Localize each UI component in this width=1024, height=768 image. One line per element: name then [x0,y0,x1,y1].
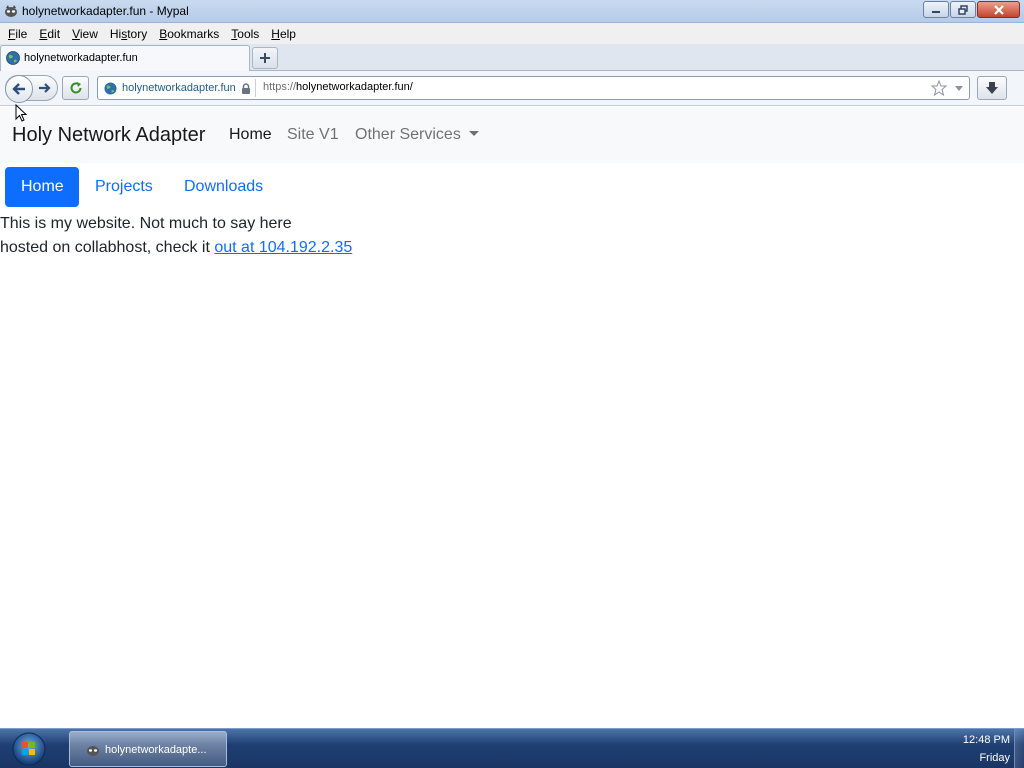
site-brand[interactable]: Holy Network Adapter [12,124,205,147]
close-button[interactable] [977,1,1020,18]
navigation-toolbar: holynetworkadapter.fun https://holynetwo… [0,71,1024,106]
caret-down-icon [468,131,479,136]
tab-strip: holynetworkadapter.fun [0,44,1024,71]
download-icon [986,82,998,94]
menu-history[interactable]: History [105,27,152,41]
menu-bar: File Edit View History Bookmarks Tools H… [0,23,1024,44]
site-identity-box[interactable]: holynetworkadapter.fun [100,79,256,97]
url-bar[interactable]: holynetworkadapter.fun https://holynetwo… [97,76,970,100]
back-forward-group [5,75,58,103]
downloads-button[interactable] [977,76,1007,100]
nav-home[interactable]: Home [229,126,272,144]
menu-help[interactable]: Help [266,27,301,41]
taskbar-item-label: holynetworkadapte... [105,744,207,756]
menu-bookmarks[interactable]: Bookmarks [154,27,224,41]
menu-view[interactable]: View [67,27,103,41]
system-clock[interactable]: 12:48 PM Friday [963,731,1010,767]
site-navbar: Holy Network Adapter Home Site V1 Other … [0,107,1024,163]
reload-button[interactable] [62,76,89,100]
minimize-button[interactable] [923,1,949,18]
minimize-icon [932,10,940,13]
pill-projects[interactable]: Projects [79,167,169,207]
back-button[interactable] [5,75,33,103]
ip-link[interactable]: out at 104.192.2.35 [214,239,352,256]
identity-host: holynetworkadapter.fun [122,82,236,94]
taskbar-item-browser[interactable]: holynetworkadapte... [69,731,227,767]
mypal-app-icon [5,5,17,17]
globe-icon [104,81,117,95]
tab-holynetworkadapter[interactable]: holynetworkadapter.fun [0,45,250,71]
clock-day: Friday [979,752,1010,764]
restore-button[interactable] [950,1,976,18]
mouse-cursor-icon [15,104,27,122]
reload-icon [70,82,81,94]
web-page: Holy Network Adapter Home Site V1 Other … [0,107,1024,728]
show-desktop-button[interactable] [1014,729,1024,768]
pill-downloads[interactable]: Downloads [168,167,279,207]
start-button-windows-icon[interactable] [8,730,50,768]
window-controls [923,1,1020,18]
lock-icon [241,82,250,94]
nav-site-v1[interactable]: Site V1 [287,126,339,144]
window-title: holynetworkadapter.fun - Mypal [22,4,189,18]
window-titlebar: holynetworkadapter.fun - Mypal [0,0,1024,23]
close-icon [993,4,1004,15]
chevron-down-icon[interactable] [954,85,964,92]
restore-icon [958,4,968,15]
menu-edit[interactable]: Edit [34,27,65,41]
new-tab-button[interactable] [252,47,278,69]
arrow-right-icon [39,83,51,93]
url-text[interactable]: https://holynetworkadapter.fun/ [263,81,413,93]
forward-button[interactable] [37,80,53,99]
menu-file[interactable]: File [3,27,32,41]
clock-time: 12:48 PM [962,734,1010,746]
nav-other-services-dropdown[interactable]: Other Services [355,126,479,144]
mypal-app-icon [87,746,99,756]
arrow-left-icon [12,83,25,95]
intro-text: This is my website. Not much to say here [0,215,292,232]
bookmark-star-icon[interactable] [931,80,947,96]
plus-icon [260,53,270,63]
pill-home[interactable]: Home [5,167,79,207]
menu-tools[interactable]: Tools [226,27,264,41]
taskbar: holynetworkadapte... 12:48 PM Friday [0,728,1024,768]
tab-label: holynetworkadapter.fun [24,52,138,64]
globe-icon [6,51,20,65]
hosting-text: hosted on collabhost, check it out at 10… [0,239,353,256]
